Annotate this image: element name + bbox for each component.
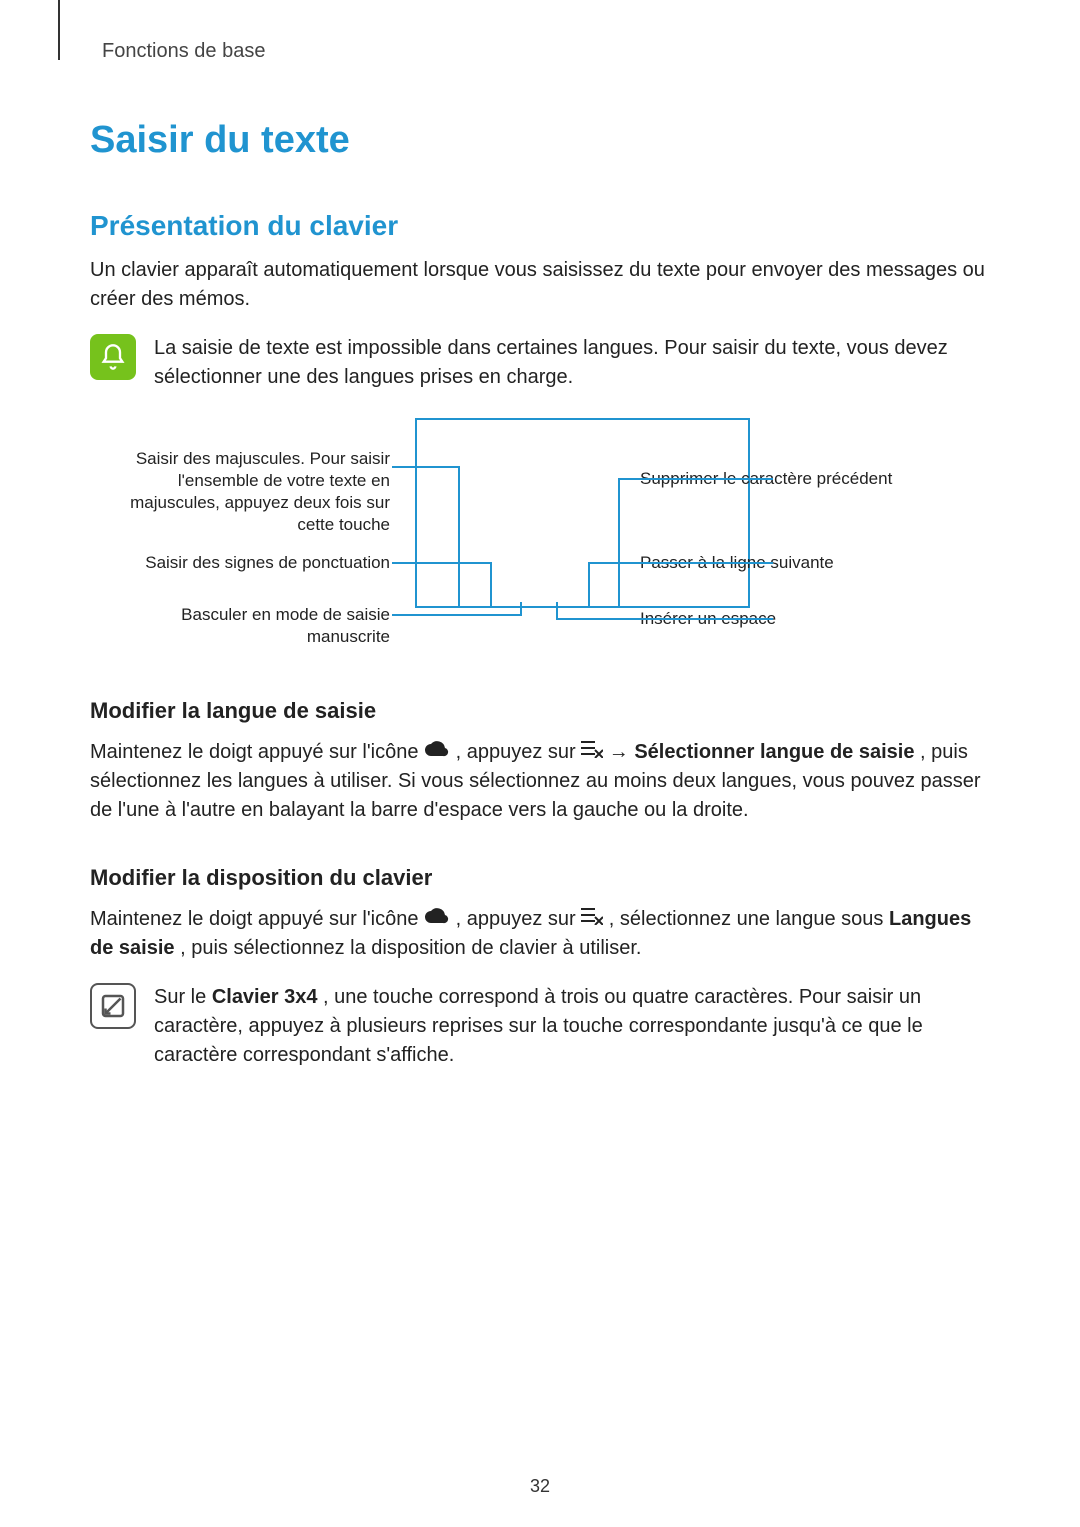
- subheading-language: Modifier la langue de saisie: [90, 698, 990, 724]
- note2-pre: Sur le: [154, 986, 212, 1008]
- p3-post: , puis sélectionnez la disposition de cl…: [180, 937, 641, 959]
- label-punct: Saisir des signes de ponctuation: [130, 552, 390, 574]
- leader-hand-v: [520, 602, 522, 616]
- leader-del: [618, 478, 773, 480]
- layout-paragraph: Maintenez le doigt appuyé sur l'icône , …: [90, 905, 990, 963]
- bell-icon: [90, 334, 136, 380]
- leader-caps-v: [458, 466, 460, 608]
- p2-pre: Maintenez le doigt appuyé sur l'icône: [90, 741, 424, 763]
- cloud-icon: [424, 738, 450, 767]
- note-text-2: Sur le Clavier 3x4 , une touche correspo…: [154, 983, 990, 1070]
- leader-enter-v: [588, 562, 590, 608]
- p2-arrow: →: [609, 741, 635, 763]
- header-side-line: [58, 0, 60, 60]
- pencil-note-icon: [90, 983, 136, 1029]
- page-title: Saisir du texte: [90, 119, 990, 162]
- leader-enter: [588, 562, 773, 564]
- subheading-layout: Modifier la disposition du clavier: [90, 865, 990, 891]
- note-text: La saisie de texte est impossible dans c…: [154, 334, 990, 392]
- section-header: Fonctions de base: [102, 40, 990, 63]
- leader-hand: [392, 614, 522, 616]
- label-hand: Basculer en mode de saisie manuscrite: [130, 604, 390, 648]
- leader-punct: [392, 562, 492, 564]
- leader-space-v: [556, 602, 558, 620]
- leader-punct-v: [490, 562, 492, 608]
- page-number: 32: [530, 1476, 550, 1497]
- leader-space: [556, 618, 773, 620]
- intro-paragraph: Un clavier apparaît automatiquement lors…: [90, 256, 990, 314]
- note2-bold: Clavier 3x4: [212, 986, 318, 1008]
- subsection-title: Présentation du clavier: [90, 210, 990, 242]
- p3-pre: Maintenez le doigt appuyé sur l'icône: [90, 908, 424, 930]
- settings-list-icon: [581, 905, 603, 934]
- language-paragraph: Maintenez le doigt appuyé sur l'icône , …: [90, 738, 990, 825]
- note-callout: La saisie de texte est impossible dans c…: [90, 334, 990, 392]
- settings-list-icon: [581, 738, 603, 767]
- leader-caps: [392, 466, 460, 468]
- label-caps: Saisir des majuscules. Pour saisir l'ens…: [130, 448, 390, 536]
- p3-mid: , appuyez sur: [456, 908, 582, 930]
- p3-mid2: , sélectionnez une langue sous: [609, 908, 889, 930]
- keyboard-diagram: Saisir des majuscules. Pour saisir l'ens…: [90, 418, 990, 658]
- leader-del-v: [618, 478, 620, 608]
- note-callout-2: Sur le Clavier 3x4 , une touche correspo…: [90, 983, 990, 1070]
- cloud-icon: [424, 905, 450, 934]
- p2-bold: Sélectionner langue de saisie: [634, 741, 914, 763]
- p2-mid: , appuyez sur: [456, 741, 582, 763]
- keyboard-outline: [415, 418, 750, 608]
